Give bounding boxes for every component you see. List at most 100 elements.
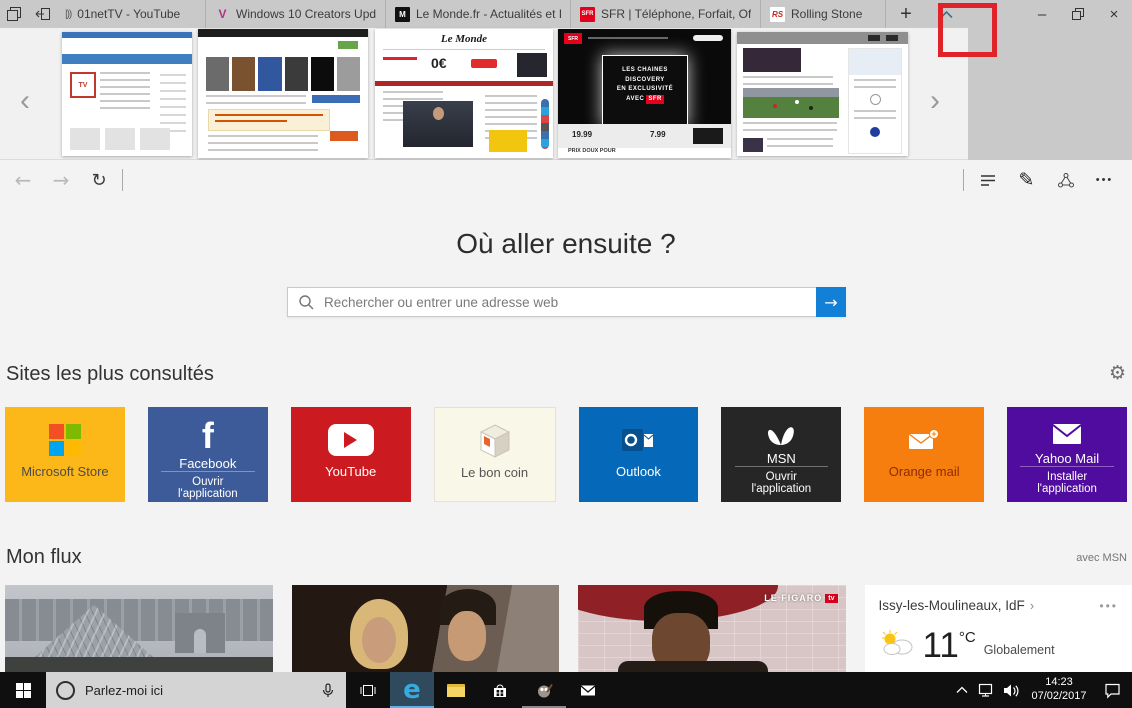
- tab-sfr[interactable]: SFR SFR | Téléphone, Forfait, Off: [571, 0, 761, 28]
- weather-condition: Globalement: [984, 643, 1055, 657]
- windows-taskbar: Parlez-moi ici e: [0, 672, 1132, 708]
- thumb-decor: [743, 122, 837, 132]
- network-status-icon[interactable]: [974, 672, 999, 708]
- feed-card-louvre[interactable]: [5, 585, 273, 672]
- share-button[interactable]: [1046, 160, 1085, 200]
- chevron-right-icon: ›: [1030, 598, 1034, 613]
- close-button[interactable]: ×: [1096, 0, 1132, 28]
- tab-rolling-stone[interactable]: RS Rolling Stone: [761, 0, 886, 28]
- tab-windows10-creators[interactable]: V Windows 10 Creators Upda: [206, 0, 386, 28]
- minimize-button[interactable]: –: [1024, 0, 1060, 28]
- taskbar-gimp-button[interactable]: [522, 672, 566, 708]
- cortana-search-box[interactable]: Parlez-moi ici: [46, 672, 346, 708]
- tile-label: Facebook: [179, 456, 236, 471]
- tile-label: Microsoft Store: [21, 464, 108, 479]
- show-hidden-icons-button[interactable]: [949, 672, 974, 708]
- partly-sunny-icon: [879, 629, 915, 656]
- hub-icon: [979, 172, 997, 188]
- tab-preview-windows10-article[interactable]: [198, 29, 368, 158]
- taskbar-mail-button[interactable]: [566, 672, 610, 708]
- taskbar-edge-button[interactable]: e: [390, 672, 434, 708]
- tab-preview-lemonde[interactable]: Le Monde 0€: [375, 29, 553, 158]
- site-favicon: RS: [770, 7, 785, 22]
- open-app-link[interactable]: Ouvrir l'application: [161, 471, 255, 502]
- tab-preview-sfr[interactable]: SFR LES CHAINES DISCOVERY EN EXCLUSIVITÉ…: [558, 29, 731, 158]
- thumb-decor: [517, 53, 547, 77]
- web-note-button[interactable]: ✎: [1007, 160, 1046, 200]
- open-app-link[interactable]: Ouvrir l'application: [735, 466, 829, 502]
- thumb-decor: [489, 130, 527, 152]
- tab-title: Windows 10 Creators Upda: [236, 7, 376, 21]
- feed-card-celebrities[interactable]: [292, 585, 560, 672]
- promo-line: LES CHAINES: [603, 66, 687, 76]
- top-site-tile-microsoft-store[interactable]: Microsoft Store: [5, 407, 125, 502]
- thumb-decor: [100, 72, 150, 112]
- refresh-button[interactable]: ↻: [80, 170, 118, 191]
- scroll-previews-left-button[interactable]: ‹: [20, 86, 30, 116]
- leboncoin-cube-icon: [475, 422, 515, 460]
- search-input[interactable]: [288, 287, 817, 317]
- thumb-decor: [588, 37, 668, 39]
- lemonde-masthead: Le Monde: [375, 33, 553, 45]
- action-center-button[interactable]: [1094, 672, 1132, 708]
- task-view-button[interactable]: [346, 672, 390, 708]
- weather-card[interactable]: Issy-les-Moulineaux, IdF › ••• 11°C Glob…: [865, 585, 1132, 672]
- yahoo-mail-envelope-icon: [1052, 423, 1082, 445]
- tabs-set-aside-button[interactable]: [28, 0, 56, 28]
- tab-preview-rolling-stone[interactable]: [737, 32, 908, 156]
- hub-button[interactable]: [968, 160, 1007, 200]
- tile-label: Orange mail: [889, 464, 960, 479]
- top-site-tile-msn[interactable]: MSN Ouvrir l'application: [721, 407, 841, 502]
- cortana-icon: [56, 681, 75, 700]
- taskbar-file-explorer-button[interactable]: [434, 672, 478, 708]
- taskbar-clock[interactable]: 14:23 07/02/2017: [1024, 676, 1094, 704]
- thumb-decor: [383, 49, 545, 50]
- top-site-tile-facebook[interactable]: f Facebook Ouvrir l'application: [148, 407, 268, 502]
- figaro-tv-badge: tv: [825, 594, 837, 603]
- new-tab-button[interactable]: +: [886, 0, 926, 28]
- feed-card-figaro-video[interactable]: LE FIGARO tv: [578, 585, 846, 672]
- search-go-button[interactable]: →: [816, 287, 846, 317]
- thumb-decor: [375, 81, 553, 86]
- top-site-tile-leboncoin[interactable]: Le bon coin: [434, 407, 556, 502]
- tab-preview-01nettv-youtube[interactable]: TV: [62, 32, 192, 156]
- tile-label: Outlook: [616, 464, 661, 479]
- forward-button[interactable]: →: [42, 168, 80, 192]
- weather-location[interactable]: Issy-les-Moulineaux, IdF: [879, 598, 1025, 613]
- back-button[interactable]: ←: [4, 168, 42, 192]
- top-site-tile-outlook[interactable]: Outlook: [579, 407, 699, 502]
- scroll-previews-right-button[interactable]: ›: [930, 86, 940, 116]
- top-site-tile-youtube[interactable]: YouTube: [291, 407, 411, 502]
- audio-playing-icon: |)): [65, 9, 71, 20]
- search-bar: →: [287, 287, 846, 317]
- customize-gear-button[interactable]: ⚙: [1109, 364, 1126, 383]
- top-site-tile-yahoo-mail[interactable]: Yahoo Mail Installer l'application: [1007, 407, 1127, 502]
- thumb-decor: [743, 138, 763, 152]
- tab-title: SFR | Téléphone, Forfait, Off: [601, 7, 751, 21]
- thumb-decor: [70, 128, 170, 150]
- thumb-decor: [743, 88, 839, 118]
- figaro-logo-text: LE FIGARO: [764, 593, 822, 603]
- volume-icon[interactable]: [999, 672, 1024, 708]
- taskbar-store-button[interactable]: [478, 672, 522, 708]
- feed-image-decor: [5, 599, 273, 641]
- tile-label: YouTube: [325, 464, 376, 479]
- tab-01nettv-youtube[interactable]: |)) 01netTV - YouTube: [56, 0, 206, 28]
- tile-label: Le bon coin: [461, 465, 528, 480]
- tab-lemonde[interactable]: M Le Monde.fr - Actualités et I: [386, 0, 571, 28]
- top-site-tile-orange-mail[interactable]: Orange mail: [864, 407, 984, 502]
- thumb-decor: [198, 29, 368, 37]
- more-actions-button[interactable]: •••: [1085, 160, 1124, 200]
- restore-button[interactable]: [1060, 0, 1096, 28]
- search-icon: [298, 294, 315, 311]
- start-button[interactable]: [0, 672, 46, 708]
- set-tabs-aside-button[interactable]: [0, 0, 28, 28]
- news-feed-row: LE FIGARO tv Issy-les-Moulineaux, IdF › …: [5, 585, 1132, 672]
- weather-menu-button[interactable]: •••: [1099, 599, 1118, 613]
- microphone-icon[interactable]: [320, 683, 336, 698]
- thumb-decor: [693, 128, 723, 144]
- lemonde-offer: 0€: [431, 55, 447, 71]
- install-app-link[interactable]: Installer l'application: [1020, 466, 1114, 502]
- outlook-logo-icon: [621, 425, 655, 455]
- tile-label: MSN: [767, 451, 796, 466]
